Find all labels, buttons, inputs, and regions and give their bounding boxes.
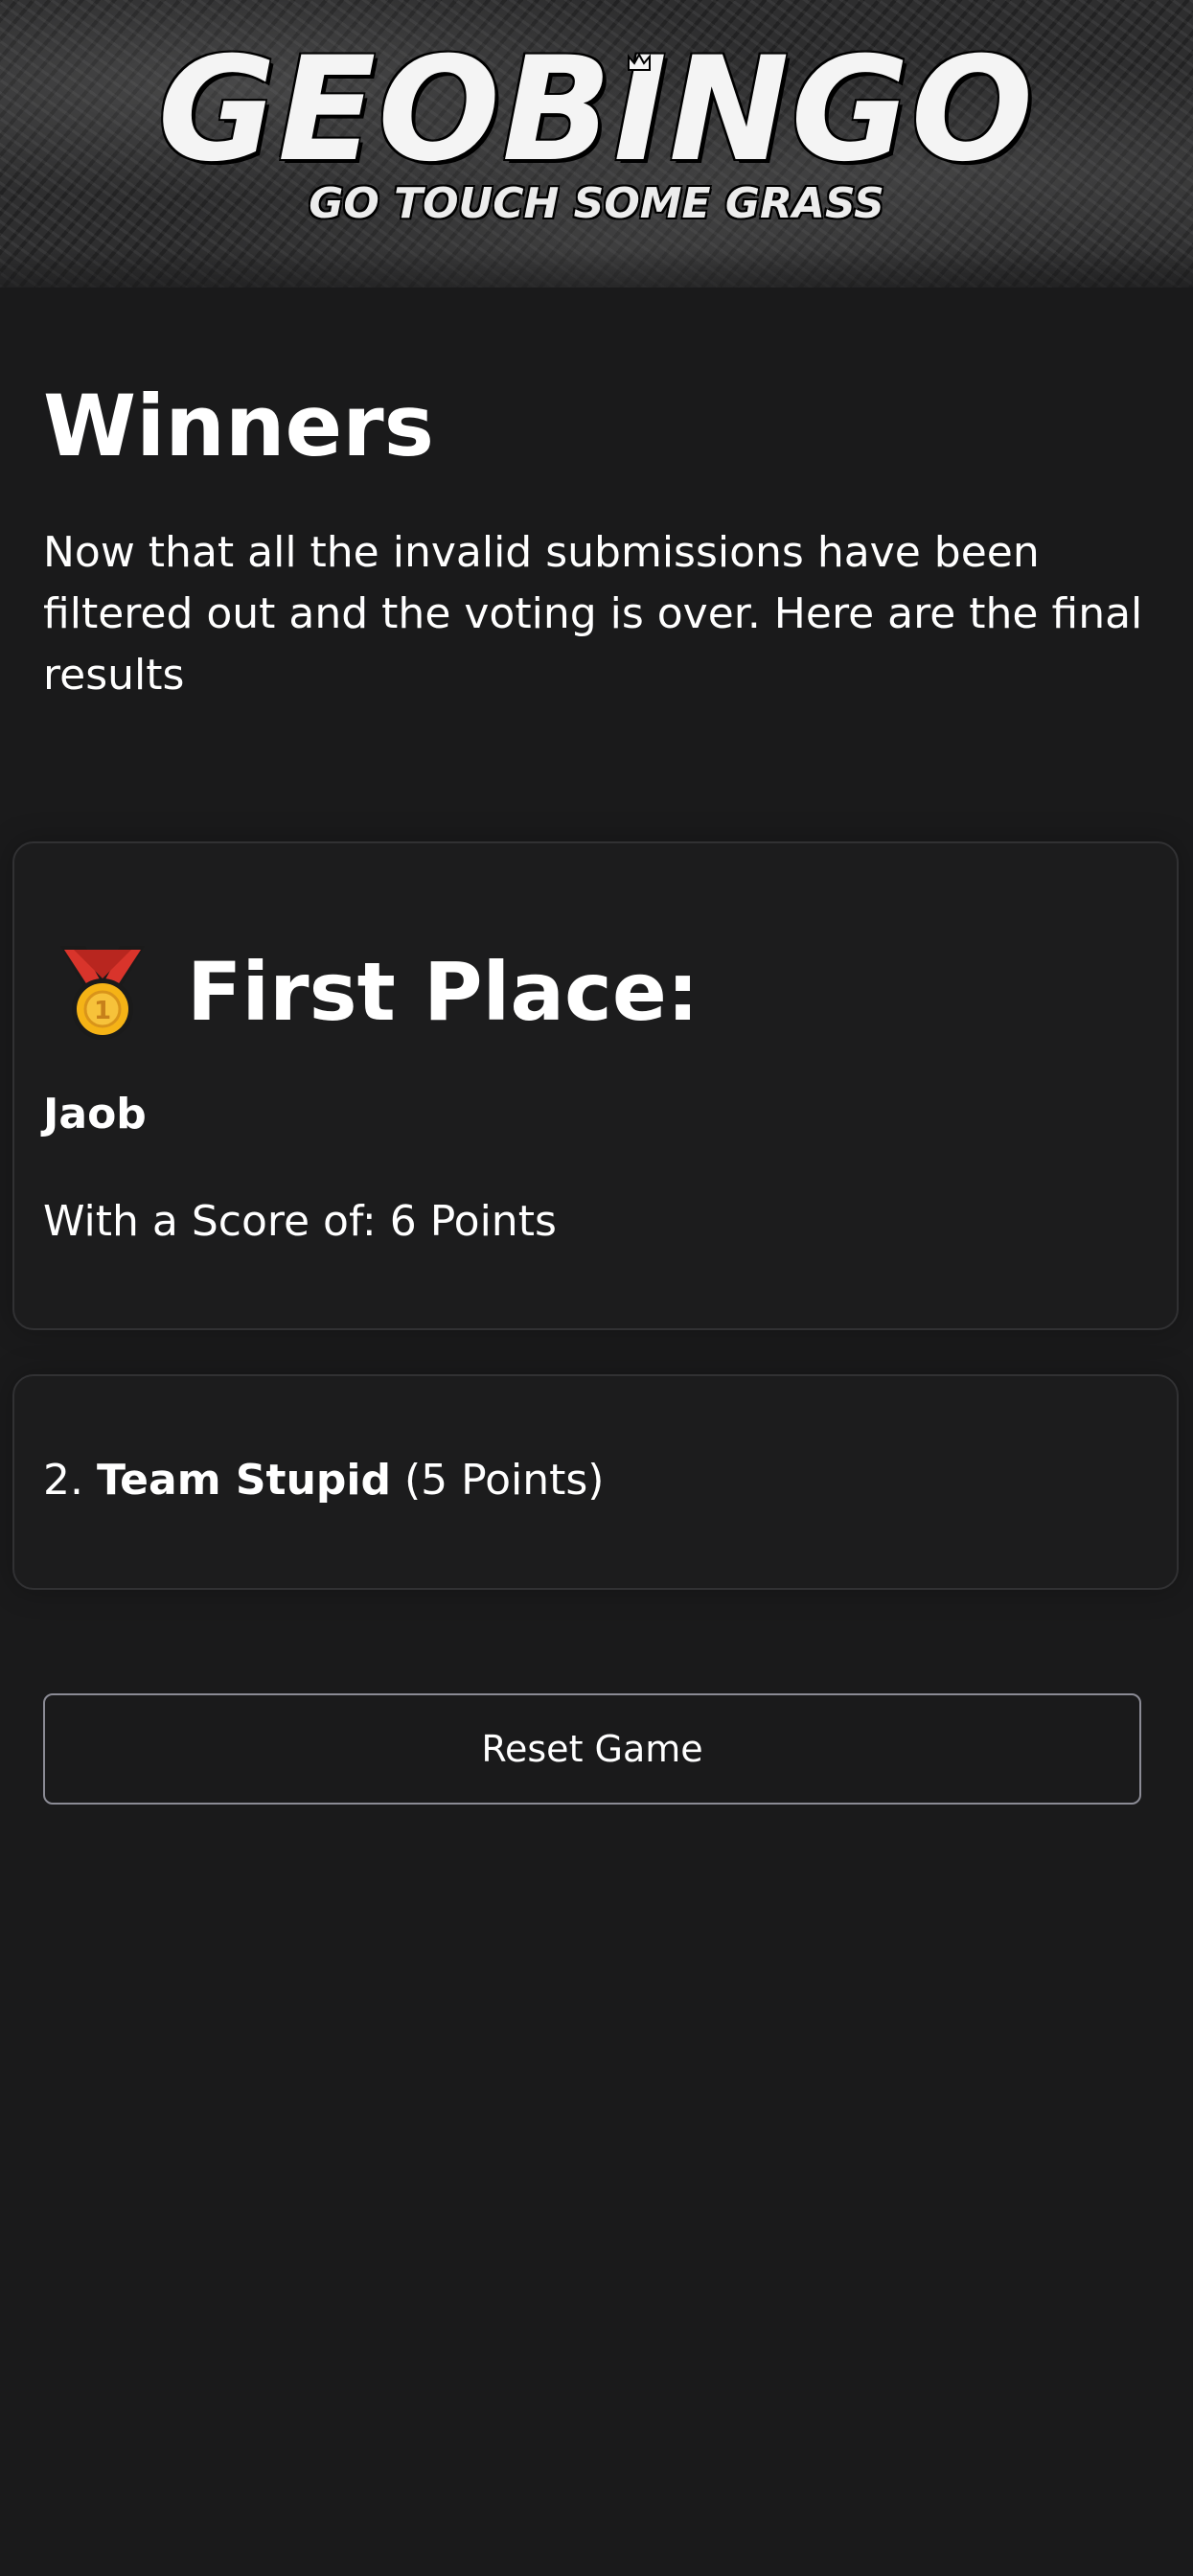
winner-name: Jaob — [43, 1090, 147, 1138]
runner-up-points: (5 Points) — [403, 1456, 605, 1505]
gold-medal-icon: 1 — [60, 946, 145, 1040]
logo-tagline: GO TOUCH SOME GRASS — [309, 179, 884, 228]
winner-score: With a Score of: 6 Points — [43, 1197, 557, 1246]
logo-title: GEOBINGO — [157, 27, 1036, 194]
first-place-label: First Place: — [187, 945, 700, 1039]
reset-game-button[interactable]: Reset Game — [43, 1693, 1141, 1805]
first-place-card — [12, 841, 1179, 1330]
page-title: Winners — [43, 377, 434, 475]
header-banner: GEOBINGO GO TOUCH SOME GRASS — [0, 0, 1193, 288]
crown-icon — [628, 54, 651, 71]
runner-up-name: Team Stupid — [96, 1456, 391, 1505]
runner-up-rank: 2. — [43, 1456, 83, 1505]
svg-text:1: 1 — [94, 997, 111, 1025]
intro-text: Now that all the invalid submissions hav… — [43, 528, 1143, 700]
runner-up-entry: 2. Team Stupid (5 Points) — [43, 1452, 604, 1509]
